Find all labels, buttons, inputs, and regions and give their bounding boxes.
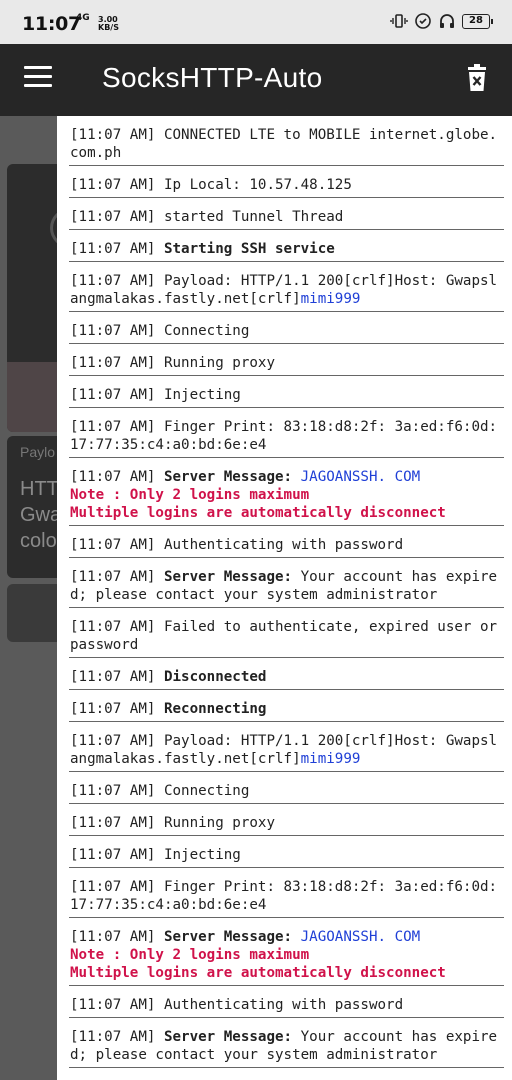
log-text: Injecting — [163, 847, 241, 863]
log-timestamp: [11:07 AM] — [70, 537, 164, 553]
log-entry: [11:07 AM] Failed to authenticate, expir… — [69, 608, 504, 658]
log-bold-text: Starting SSH service — [163, 241, 335, 257]
log-timestamp: [11:07 AM] — [70, 273, 164, 289]
log-warning-text: Multiple logins are automatically discon… — [70, 965, 446, 981]
log-entry: [11:07 AM] Starting SSH service — [69, 230, 504, 262]
battery-level: 28 — [462, 13, 493, 29]
log-bold-text: Server Message: — [163, 569, 301, 585]
log-highlight-text: mimi999 — [300, 751, 361, 767]
log-text: Authenticating with password — [163, 997, 404, 1013]
log-text: Ip Local: 10.57.48.125 — [163, 177, 352, 193]
log-timestamp: [11:07 AM] — [70, 127, 164, 143]
log-timestamp: [11:07 AM] — [70, 879, 164, 895]
log-timestamp: [11:07 AM] — [70, 387, 164, 403]
headphones-icon — [440, 14, 454, 28]
log-bold-text: Reconnecting — [163, 701, 267, 717]
log-text: started Tunnel Thread — [163, 209, 344, 225]
log-timestamp: [11:07 AM] — [70, 1029, 164, 1045]
log-entry: [11:07 AM] Server Message: JAGOANSSH. CO… — [69, 918, 504, 986]
log-entry: [11:07 AM] Server Message: Your account … — [69, 558, 504, 608]
log-entry: [11:07 AM] Authenticating with password — [69, 526, 504, 558]
log-timestamp: [11:07 AM] — [70, 929, 164, 945]
log-highlight-text: mimi999 — [300, 291, 361, 307]
background-payload-line: Gwa — [20, 504, 62, 526]
log-timestamp: [11:07 AM] — [70, 669, 164, 685]
log-timestamp: [11:07 AM] — [70, 177, 164, 193]
log-highlight-text: JAGOANSSH. COM — [300, 929, 421, 945]
log-timestamp: [11:07 AM] — [70, 569, 164, 585]
network-speed: 3.00 KB/S — [98, 16, 119, 32]
log-entry: [11:07 AM] CONNECTED LTE to MOBILE inter… — [69, 116, 504, 166]
background-payload-text: HTT Gwa colo — [20, 476, 61, 554]
log-timestamp: [11:07 AM] — [70, 241, 164, 257]
background-payload-line: colo — [20, 530, 57, 552]
log-highlight-text: JAGOANSSH. COM — [300, 469, 421, 485]
log-timestamp: [11:07 AM] — [70, 701, 164, 717]
log-bold-text: Server Message: — [163, 469, 301, 485]
log-entry: [11:07 AM] Ip Local: 10.57.48.125 — [69, 166, 504, 198]
log-entry: [11:07 AM] Finger Print: 83:18:d8:2f: 3a… — [69, 868, 504, 918]
log-entry: [11:07 AM] Finger Print: 83:18:d8:2f: 3a… — [69, 408, 504, 458]
trash-icon[interactable] — [466, 64, 488, 92]
app-title: SocksHTTP-Auto — [102, 62, 323, 93]
vibrate-icon — [390, 14, 408, 28]
log-timestamp: [11:07 AM] — [70, 469, 164, 485]
log-entry: [11:07 AM] Server Message: JAGOANSSH. CO… — [69, 458, 504, 526]
log-text: Injecting — [163, 387, 241, 403]
network-speed-unit: KB/S — [98, 23, 119, 32]
log-entry: [11:07 AM] Running proxy — [69, 804, 504, 836]
log-entry: [11:07 AM] Authenticating with password — [69, 986, 504, 1018]
log-text: Connecting — [163, 783, 250, 799]
log-entry: [11:07 AM] Running proxy — [69, 344, 504, 376]
log-text: Running proxy — [163, 355, 276, 371]
log-text: Running proxy — [163, 815, 276, 831]
log-entry: [11:07 AM] started Tunnel Thread — [69, 198, 504, 230]
log-entry: [11:07 AM] Injecting — [69, 376, 504, 408]
log-entry: [11:07 AM] Connecting — [69, 312, 504, 344]
log-panel[interactable]: [11:07 AM] CONNECTED LTE to MOBILE inter… — [57, 116, 512, 1080]
log-bold-text: Server Message: — [163, 1029, 301, 1045]
background-payload-line: HTT — [20, 478, 59, 500]
log-timestamp: [11:07 AM] — [70, 997, 164, 1013]
background-payload-label: Paylo — [20, 444, 56, 460]
log-timestamp: [11:07 AM] — [70, 733, 164, 749]
log-entry: [11:07 AM] Connecting — [69, 772, 504, 804]
log-bold-text: Disconnected — [163, 669, 267, 685]
log-entry: [11:07 AM] Injecting — [69, 836, 504, 868]
hamburger-menu-icon[interactable] — [24, 66, 56, 94]
log-bold-text: Server Message: — [163, 929, 301, 945]
log-text: Connecting — [163, 323, 250, 339]
log-timestamp: [11:07 AM] — [70, 783, 164, 799]
data-saver-icon — [415, 13, 431, 29]
log-entry: [11:07 AM] Payload: HTTP/1.1 200[crlf]Ho… — [69, 722, 504, 772]
log-timestamp: [11:07 AM] — [70, 323, 164, 339]
log-warning-text: Multiple logins are automatically discon… — [70, 505, 446, 521]
log-entry: [11:07 AM] Reconnecting — [69, 690, 504, 722]
log-entry: [11:07 AM] Payload: HTTP/1.1 200[crlf]Ho… — [69, 262, 504, 312]
log-entry: [11:07 AM] Server Message: Your account … — [69, 1018, 504, 1068]
log-timestamp: [11:07 AM] — [70, 209, 164, 225]
log-entry: [11:07 AM] Disconnected — [69, 658, 504, 690]
status-icons: 28 — [390, 12, 493, 30]
log-timestamp: [11:07 AM] — [70, 847, 164, 863]
log-warning-text: Note : Only 2 logins maximum — [70, 487, 310, 503]
log-warning-text: Note : Only 2 logins maximum — [70, 947, 310, 963]
log-timestamp: [11:07 AM] — [70, 419, 164, 435]
app-bar: SocksHTTP-Auto — [0, 44, 512, 116]
status-bar: 11:07 4G 3.00 KB/S 28 — [0, 0, 512, 44]
log-timestamp: [11:07 AM] — [70, 355, 164, 371]
log-text: Authenticating with password — [163, 537, 404, 553]
log-timestamp: [11:07 AM] — [70, 815, 164, 831]
log-timestamp: [11:07 AM] — [70, 619, 164, 635]
clock-time: 11:07 — [22, 13, 81, 35]
network-type: 4G — [76, 13, 90, 23]
